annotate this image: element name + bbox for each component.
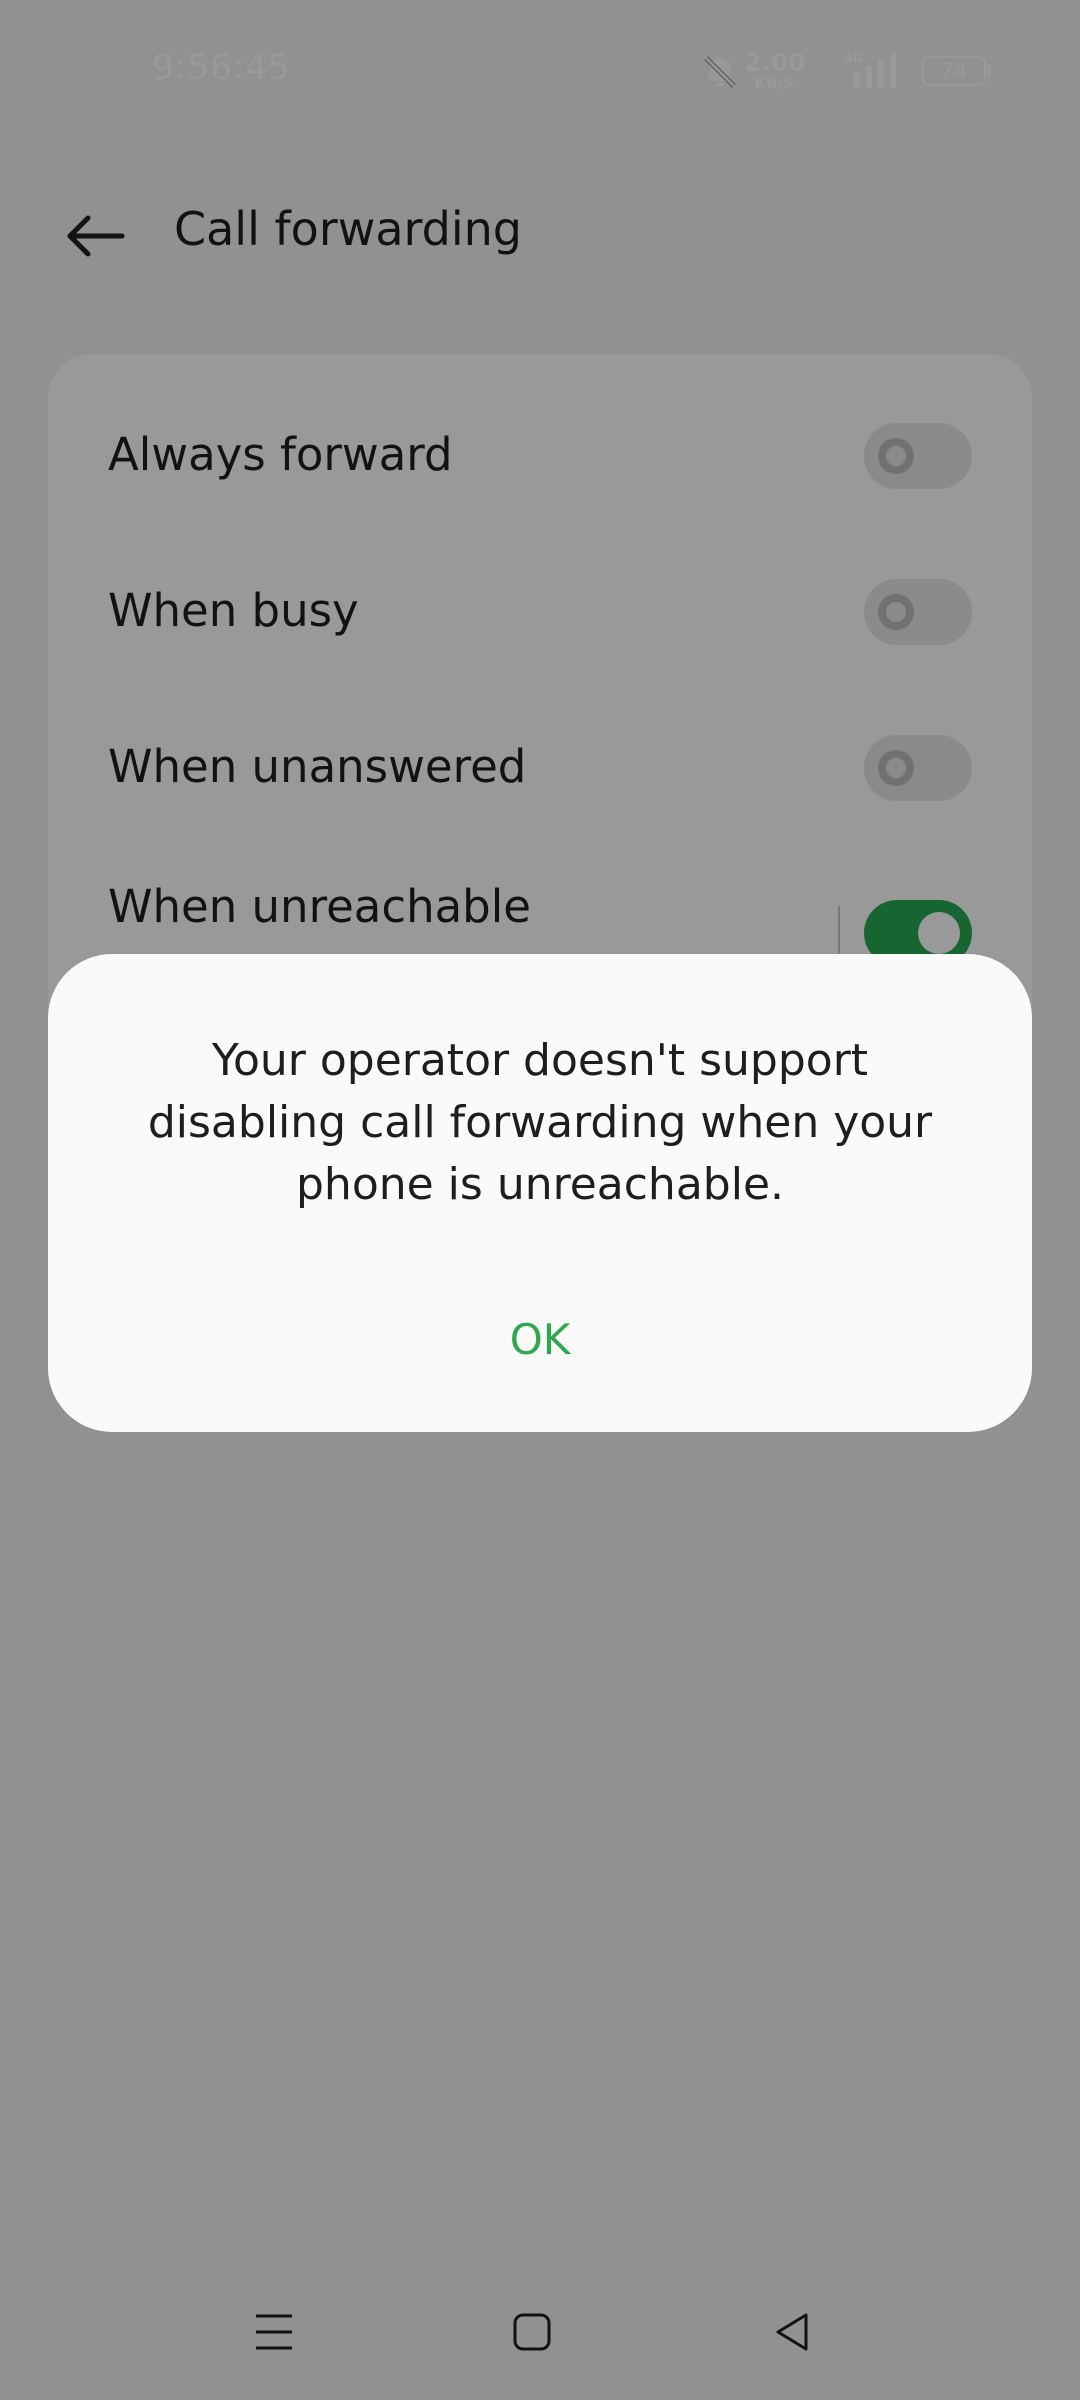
dialog-message: Your operator doesn't support disabling …: [147, 1035, 933, 1210]
ok-button[interactable]: OK: [440, 1302, 640, 1378]
alert-dialog: Your operator doesn't support disabling …: [48, 954, 1032, 1432]
